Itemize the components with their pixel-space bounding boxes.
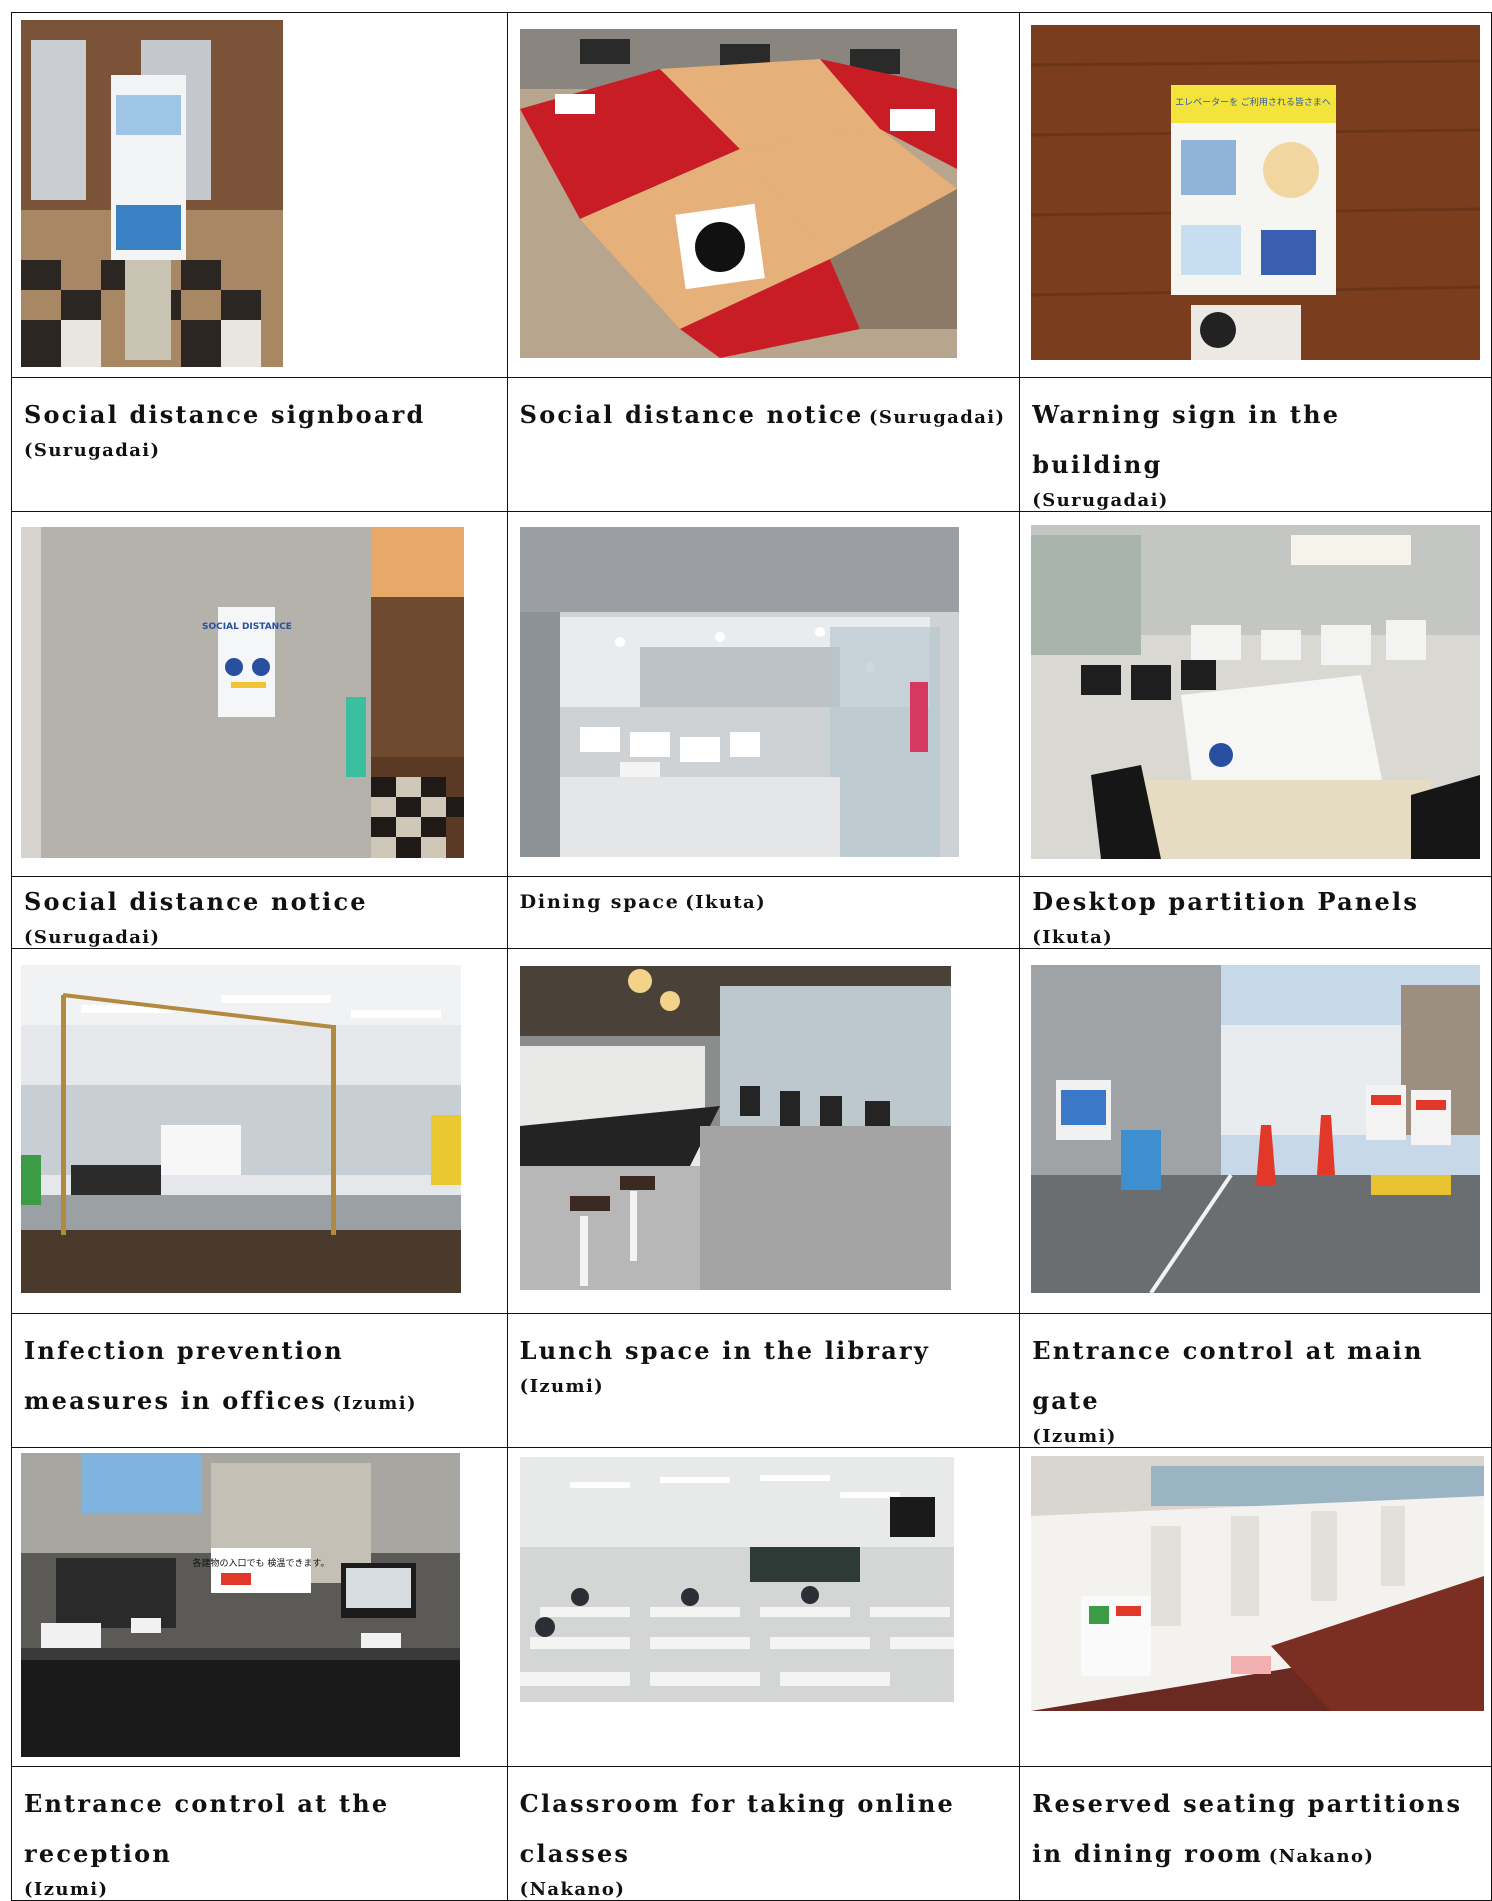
caption-location: (Nakano) (519, 1879, 626, 1900)
photo-classroom (519, 1457, 954, 1702)
caption-location: (Surugadai) (24, 440, 161, 461)
caption-cell-1-2: Social distance notice (Surugadai) (506, 377, 1021, 512)
caption-title: Warning sign in the building (1032, 400, 1341, 479)
photo-row-4: 各建物の入口でも 検温できます。 (11, 1447, 1492, 1767)
photo-floor-notice (519, 29, 957, 358)
photo-partition-panels (1031, 525, 1481, 859)
caption-row-1: Social distance signboard (Surugadai) Soc… (11, 377, 1492, 512)
photo-dining-space (519, 527, 959, 857)
caption-title: Classroom for taking online classes (519, 1789, 955, 1868)
caption-cell-4-1: Entrance control at the reception (Izumi) (11, 1766, 508, 1901)
photo-elevator-warning: エレベーターを ご利用される皆さまへ (1031, 25, 1481, 360)
caption-cell-4-3: Reserved seating partitions in dining ro… (1019, 1766, 1492, 1901)
photo-pillar-notice: SOCIAL DISTANCE (21, 527, 464, 858)
caption-row-4: Entrance control at the reception (Izumi)… (11, 1766, 1492, 1901)
caption-cell-3-2: Lunch space in the library (Izumi) (506, 1313, 1021, 1448)
photo-cell-3-2 (506, 948, 1021, 1314)
caption-cell-4-2: Classroom for taking online classes (Naka… (506, 1766, 1021, 1901)
photo-cell-4-3 (1019, 1447, 1492, 1767)
caption-title: Social distance signboard (24, 400, 426, 429)
photo-cell-4-1: 各建物の入口でも 検温できます。 (11, 1447, 508, 1767)
caption-row-3: Infection prevention measures in offices… (11, 1313, 1492, 1448)
photo-signboard (21, 20, 283, 367)
caption-location: (Ikuta) (685, 892, 767, 913)
caption-title: Reserved seating partitions in dining ro… (1032, 1789, 1463, 1868)
elevator-poster-text: エレベーターを ご利用される皆さまへ (1175, 96, 1331, 108)
photo-main-gate (1031, 965, 1481, 1293)
photo-row-1: エレベーターを ご利用される皆さまへ (11, 12, 1492, 378)
photo-library-lunch (519, 966, 951, 1290)
caption-cell-3-1: Infection prevention measures in offices… (11, 1313, 508, 1448)
caption-location: (Nakano) (1268, 1846, 1375, 1867)
social-distance-poster-text: SOCIAL DISTANCE (202, 622, 292, 632)
photo-cell-4-2 (506, 1447, 1021, 1767)
photo-cell-1-1 (11, 12, 508, 378)
photo-cell-1-2 (506, 12, 1021, 378)
photo-row-2: SOCIAL DISTANCE (11, 511, 1492, 877)
photo-office (21, 965, 461, 1293)
caption-location: (Ikuta) (1032, 927, 1114, 948)
caption-location: (Surugadai) (24, 927, 161, 948)
caption-title: Entrance control at main gate (1032, 1336, 1424, 1415)
caption-cell-3-3: Entrance control at main gate (Izumi) (1019, 1313, 1492, 1448)
caption-location: (Izumi) (519, 1376, 605, 1397)
caption-title: Dining space (519, 891, 680, 913)
photo-cell-2-3 (1019, 511, 1492, 877)
caption-location: (Izumi) (1032, 1426, 1117, 1447)
caption-location: (Izumi) (332, 1393, 417, 1414)
caption-location: (Surugadai) (869, 407, 1006, 428)
caption-location: (Surugadai) (1032, 490, 1169, 511)
reception-sign-text: 各建物の入口でも 検温できます。 (193, 1557, 330, 1569)
photo-cell-2-2 (506, 511, 1021, 877)
caption-title: Infection prevention measures in offices (24, 1336, 344, 1415)
photo-dining-partitions (1031, 1456, 1485, 1711)
caption-title: Social distance notice (24, 887, 368, 916)
caption-location: (Izumi) (24, 1879, 109, 1900)
caption-title: Social distance notice (519, 400, 864, 429)
photo-cell-2-1: SOCIAL DISTANCE (11, 511, 508, 877)
caption-cell-2-1: Social distance notice (Surugadai) (11, 876, 508, 949)
photo-row-3 (11, 948, 1492, 1314)
caption-title: Entrance control at the reception (24, 1789, 390, 1868)
photo-cell-3-3 (1019, 948, 1492, 1314)
photo-reception: 各建物の入口でも 検温できます。 (21, 1453, 460, 1757)
photo-table: エレベーターを ご利用される皆さまへ Social distance signb… (11, 12, 1492, 1901)
caption-cell-1-3: Warning sign in the building (Surugadai) (1019, 377, 1492, 512)
caption-cell-2-2: Dining space (Ikuta) (506, 876, 1021, 949)
photo-cell-1-3: エレベーターを ご利用される皆さまへ (1019, 12, 1492, 378)
photo-cell-3-1 (11, 948, 508, 1314)
caption-cell-1-1: Social distance signboard (Surugadai) (11, 377, 508, 512)
caption-cell-2-3: Desktop partition Panels (Ikuta) (1019, 876, 1492, 949)
caption-title: Desktop partition Panels (1032, 887, 1420, 916)
caption-title: Lunch space in the library (519, 1336, 931, 1365)
caption-row-2: Social distance notice (Surugadai) Dinin… (11, 876, 1492, 949)
